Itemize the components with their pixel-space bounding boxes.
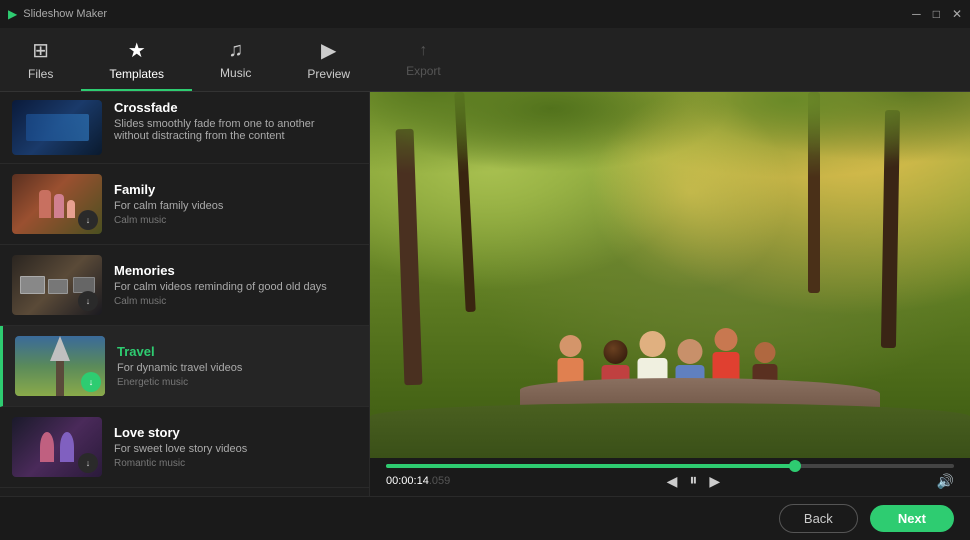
volume-button[interactable]: 🔊 [937,473,954,490]
nav-item-export: ↑ Export [378,28,469,91]
travel-thumbnail: ↓ [15,336,105,396]
files-icon: ⊞ [32,38,49,63]
controls-bottom: 00:00:14.059 ◀ ⏸ ▶ 🔊 [386,472,954,490]
title-bar-controls: ─ □ ✕ [912,7,962,21]
memories-info: Memories For calm videos reminding of go… [114,263,357,307]
travel-info: Travel For dynamic travel videos Energet… [117,344,357,388]
love-story-desc: For sweet love story videos [114,443,357,455]
music-icon: ♫ [228,39,243,62]
memories-thumbnail: ↓ [12,255,102,315]
progress-fill [386,464,795,468]
templates-icon: ★ [128,38,146,63]
maximize-button[interactable]: □ [933,7,940,21]
next-button[interactable]: Next [870,505,954,532]
template-item-birthday[interactable]: ↓ Birthday For birthday party videos Upb… [0,488,369,496]
playback-controls: ◀ ⏸ ▶ [667,472,721,490]
nav-item-templates[interactable]: ★ Templates [81,28,192,91]
crossfade-desc: Slides smoothly fade from one to another… [114,118,357,142]
travel-overlay-icon: ↓ [81,372,101,392]
top-nav: ⊞ Files ★ Templates ♫ Music ▶ Preview ↑ … [0,28,970,92]
nav-label-export: Export [406,64,441,78]
crossfade-name: Crossfade [114,100,357,115]
time-current: 00:00:14 [386,475,429,487]
template-item-memories[interactable]: ↓ Memories For calm videos reminding of … [0,245,369,326]
progress-knob[interactable] [789,460,801,472]
template-item-love-story[interactable]: ↓ Love story For sweet love story videos… [0,407,369,488]
time-ms: .059 [429,475,450,487]
family-overlay-icon: ↓ [78,210,98,230]
app-title: Slideshow Maker [23,8,107,20]
love-story-overlay-icon: ↓ [78,453,98,473]
nav-label-preview: Preview [307,67,350,81]
title-bar-left: ▶ Slideshow Maker [8,7,107,21]
nav-item-files[interactable]: ⊞ Files [0,28,81,91]
memories-desc: For calm videos reminding of good old da… [114,281,357,293]
nav-item-preview[interactable]: ▶ Preview [279,28,378,91]
friends-scene [370,92,970,458]
step-back-button[interactable]: ◀ [667,473,678,490]
time-display: 00:00:14.059 [386,475,450,487]
minimize-button[interactable]: ─ [912,7,921,21]
travel-desc: For dynamic travel videos [117,362,357,374]
preview-area: 00:00:14.059 ◀ ⏸ ▶ 🔊 [370,92,970,496]
pause-button[interactable]: ⏸ [689,472,697,490]
template-item-family[interactable]: ↓ Family For calm family videos Calm mus… [0,164,369,245]
love-story-info: Love story For sweet love story videos R… [114,425,357,469]
nav-label-templates: Templates [109,67,164,81]
family-music: Calm music [114,215,357,226]
nav-item-music[interactable]: ♫ Music [192,28,279,91]
family-name: Family [114,182,357,197]
memories-overlay-icon: ↓ [78,291,98,311]
sidebar: Crossfade Slides smoothly fade from one … [0,92,370,496]
ground [370,403,970,458]
nav-label-files: Files [28,67,53,81]
controls-bar: 00:00:14.059 ◀ ⏸ ▶ 🔊 [370,458,970,496]
love-story-thumbnail: ↓ [12,417,102,477]
memories-name: Memories [114,263,357,278]
export-icon: ↑ [419,42,427,60]
nav-label-music: Music [220,66,251,80]
step-forward-button[interactable]: ▶ [709,473,720,490]
travel-name: Travel [117,344,357,359]
travel-music: Energetic music [117,377,357,388]
template-item-travel[interactable]: ↓ Travel For dynamic travel videos Energ… [0,326,369,407]
crossfade-thumbnail [12,100,102,155]
preview-video [370,92,970,458]
template-item-crossfade[interactable]: Crossfade Slides smoothly fade from one … [0,92,369,164]
love-story-music: Romantic music [114,458,357,469]
preview-icon: ▶ [321,38,336,63]
close-button[interactable]: ✕ [952,7,962,21]
app-logo-icon: ▶ [8,7,17,21]
title-bar: ▶ Slideshow Maker ─ □ ✕ [0,0,970,28]
family-thumbnail: ↓ [12,174,102,234]
main-content: Crossfade Slides smoothly fade from one … [0,92,970,496]
family-info: Family For calm family videos Calm music [114,182,357,226]
crossfade-info: Crossfade Slides smoothly fade from one … [114,100,357,145]
progress-bar[interactable] [386,464,954,468]
memories-music: Calm music [114,296,357,307]
bottom-bar: Back Next [0,496,970,540]
love-story-name: Love story [114,425,357,440]
family-desc: For calm family videos [114,200,357,212]
tree-trunk-3 [808,92,820,293]
back-button[interactable]: Back [779,504,858,533]
